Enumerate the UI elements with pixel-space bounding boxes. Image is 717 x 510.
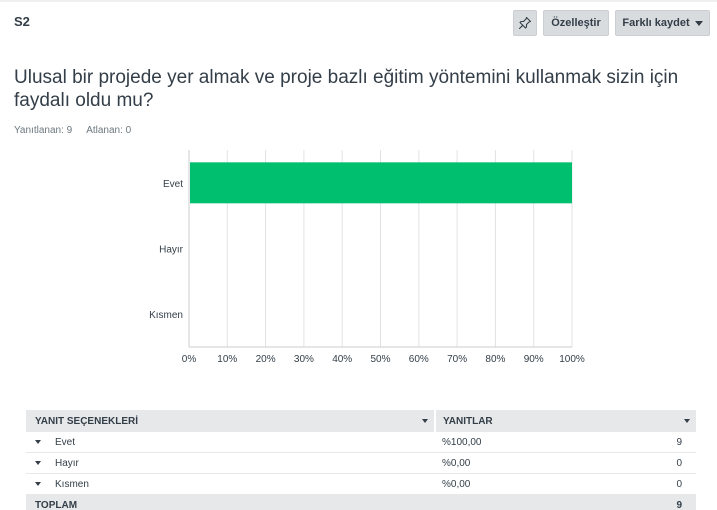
row-label: Hayır	[55, 457, 79, 469]
sort-caret-icon	[684, 419, 690, 423]
save-as-label: Farklı kaydet	[622, 17, 690, 29]
x-tick-label: 20%	[256, 354, 276, 365]
table-header: YANIT SEÇENEKLERİ YANITLAR	[26, 410, 696, 432]
x-tick-label: 30%	[294, 354, 314, 365]
x-tick-label: 60%	[409, 354, 429, 365]
save-as-button[interactable]: Farklı kaydet	[615, 10, 710, 36]
x-tick-label: 80%	[485, 354, 505, 365]
row-count: 9	[676, 436, 682, 448]
row-label: Evet	[55, 436, 76, 448]
row-percent: %100,00	[442, 436, 482, 448]
table-total-row: TOPLAM 9	[26, 495, 696, 510]
row-count: 0	[676, 457, 682, 469]
toolbar: Özelleştir Farklı kaydet	[513, 10, 710, 36]
category-label: Evet	[163, 179, 183, 190]
question-title: Ulusal bir projede yer almak ve proje ba…	[14, 67, 679, 111]
answered-count: Yanıtlanan: 9	[14, 125, 73, 136]
sort-caret-icon	[422, 419, 428, 423]
total-label: TOPLAM	[35, 499, 78, 510]
top-divider	[0, 0, 717, 2]
bar-chart: 0% 10% 20% 30% 40% 50% 60% 70% 80% 90% 100% Evet Hay…	[149, 150, 585, 365]
column-header-responses[interactable]: YANITLAR	[434, 410, 696, 432]
x-tick-label: 50%	[370, 354, 390, 365]
total-count: 9	[676, 499, 682, 510]
skipped-count: Atlanan: 0	[86, 125, 132, 136]
pin-icon	[518, 16, 532, 30]
x-tick-label: 100%	[559, 354, 585, 365]
x-tick-label: 40%	[332, 354, 352, 365]
table-row: Hayır %0,00 0	[26, 453, 696, 474]
table-row: Evet %100,00 9	[26, 432, 696, 453]
customize-button[interactable]: Özelleştir	[543, 10, 609, 36]
x-tick-label: 10%	[217, 354, 237, 365]
row-label: Kısmen	[55, 478, 89, 490]
row-percent: %0,00	[442, 478, 471, 490]
question-id: S2	[14, 14, 30, 29]
chevron-down-icon	[694, 20, 703, 26]
expand-caret-icon[interactable]	[35, 482, 41, 486]
category-label: Kısmen	[149, 310, 183, 321]
bar-evet	[190, 162, 572, 204]
row-count: 0	[676, 478, 682, 490]
expand-caret-icon[interactable]	[35, 461, 41, 465]
pin-button[interactable]	[513, 10, 537, 36]
expand-caret-icon[interactable]	[35, 440, 41, 444]
column-header-choices[interactable]: YANIT SEÇENEKLERİ	[26, 416, 434, 427]
table-row: Kısmen %0,00 0	[26, 474, 696, 495]
category-label: Hayır	[159, 245, 184, 256]
x-tick-label: 70%	[447, 354, 467, 365]
x-tick-label: 90%	[524, 354, 544, 365]
x-tick-label: 0%	[182, 354, 197, 365]
responses-table: YANIT SEÇENEKLERİ YANITLAR Evet %100,00 …	[26, 410, 696, 510]
row-percent: %0,00	[442, 457, 471, 469]
response-stats: Yanıtlanan: 9 Atlanan: 0	[14, 125, 131, 136]
